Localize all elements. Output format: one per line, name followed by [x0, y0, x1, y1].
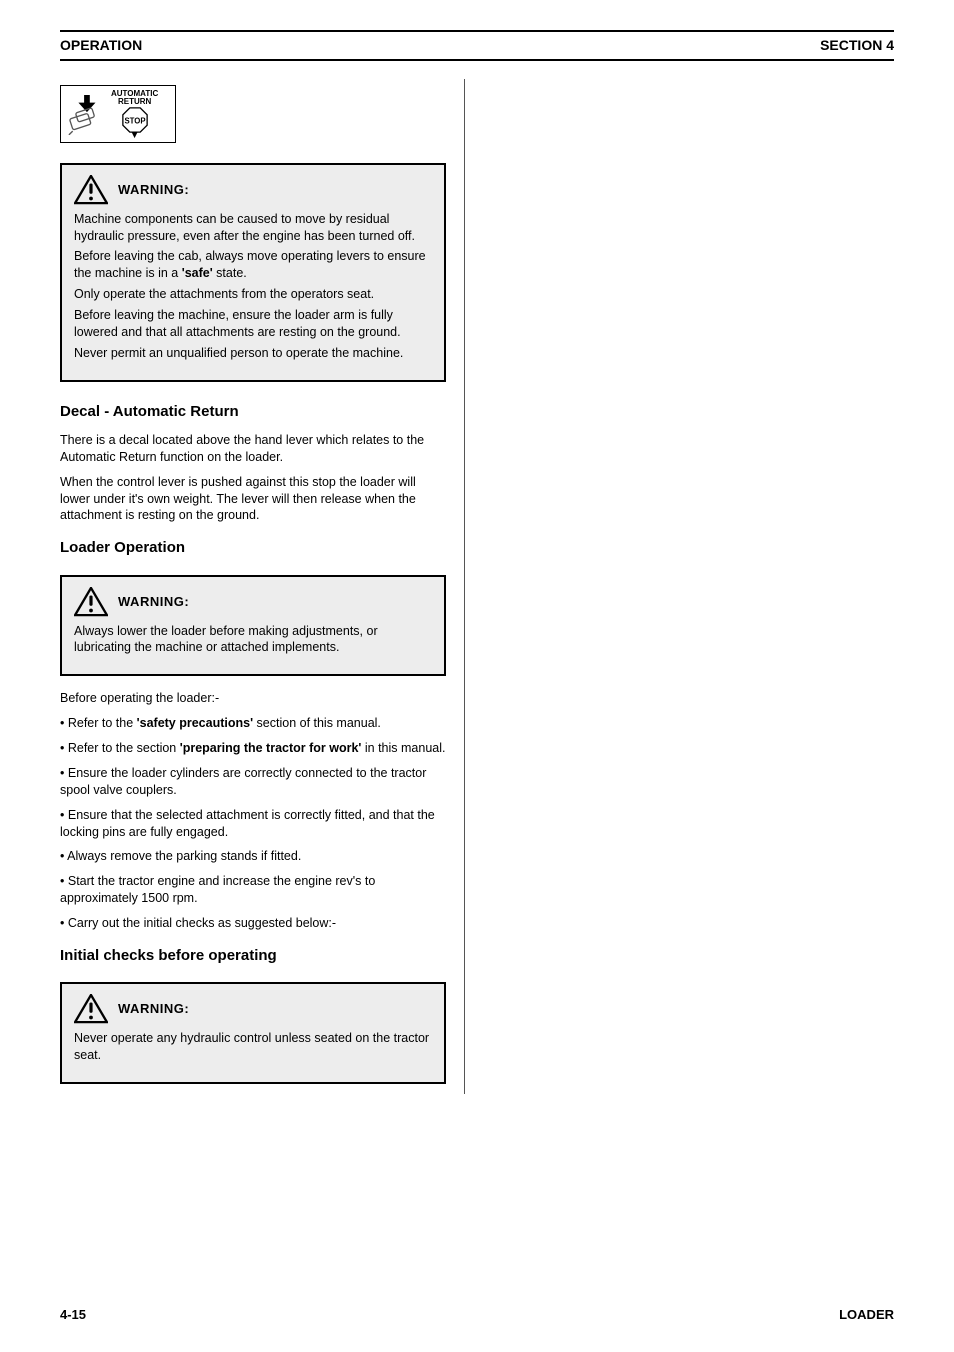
- warning-box-seated: WARNING: Never operate any hydraulic con…: [60, 982, 446, 1084]
- warning-text: Never permit an unqualified person to op…: [74, 345, 432, 362]
- bullet-item: • Carry out the initial checks as sugges…: [60, 915, 446, 932]
- bullet-item: • Refer to the 'safety precautions' sect…: [60, 715, 446, 732]
- warning-label: WARNING:: [118, 1000, 189, 1018]
- warning-label: WARNING:: [118, 181, 189, 199]
- warning-triangle-icon: [74, 175, 108, 205]
- bullet-item: • Ensure that the selected attachment is…: [60, 807, 446, 841]
- small-down-arrow-icon: ▼: [130, 133, 140, 138]
- section-title-initial-checks: Initial checks before operating: [60, 946, 446, 966]
- warning-text: Machine components can be caused to move…: [74, 211, 432, 245]
- warning-box-lower-loader: WARNING: Always lower the loader before …: [60, 575, 446, 677]
- page-number: 4-15: [60, 1306, 86, 1324]
- body-text: Before operating the loader:-: [60, 690, 446, 707]
- warning-triangle-icon: [74, 994, 108, 1024]
- automatic-return-badge: AUTOMATIC RETURN STOP ▼: [60, 85, 176, 143]
- warning-triangle-icon: [74, 587, 108, 617]
- body-text: When the control lever is pushed against…: [60, 474, 446, 525]
- svg-text:STOP: STOP: [124, 116, 145, 125]
- page-footer: 4-15 LOADER: [60, 1306, 894, 1324]
- badge-line2: RETURN: [118, 98, 151, 106]
- section-title-loader: Loader Operation: [60, 538, 446, 558]
- badge-text: AUTOMATIC RETURN STOP ▼: [111, 90, 158, 138]
- warning-text: Never operate any hydraulic control unle…: [74, 1030, 432, 1064]
- header-right: SECTION 4: [820, 36, 894, 55]
- footer-section-label: LOADER: [839, 1306, 894, 1324]
- bullet-item: • Always remove the parking stands if fi…: [60, 848, 446, 865]
- warning-text: Before leaving the cab, always move oper…: [74, 248, 432, 282]
- page-header: OPERATION SECTION 4: [60, 30, 894, 61]
- content-columns: AUTOMATIC RETURN STOP ▼ WARNING: Machine…: [60, 79, 894, 1094]
- warning-box-residual-pressure: WARNING: Machine components can be cause…: [60, 163, 446, 382]
- warning-text: Only operate the attachments from the op…: [74, 286, 432, 303]
- bullet-item: • Start the tractor engine and increase …: [60, 873, 446, 907]
- section-title-decal: Decal - Automatic Return: [60, 402, 446, 422]
- right-column: [489, 79, 894, 1094]
- bullet-item: • Ensure the loader cylinders are correc…: [60, 765, 446, 799]
- body-text: There is a decal located above the hand …: [60, 432, 446, 466]
- left-column: AUTOMATIC RETURN STOP ▼ WARNING: Machine…: [60, 79, 465, 1094]
- warning-text: Always lower the loader before making ad…: [74, 623, 432, 657]
- lever-illustration-icon: [67, 93, 105, 135]
- header-left: OPERATION: [60, 36, 142, 55]
- bullet-item: • Refer to the section 'preparing the tr…: [60, 740, 446, 757]
- warning-text: Before leaving the machine, ensure the l…: [74, 307, 432, 341]
- warning-label: WARNING:: [118, 593, 189, 611]
- stop-icon: STOP: [122, 107, 148, 133]
